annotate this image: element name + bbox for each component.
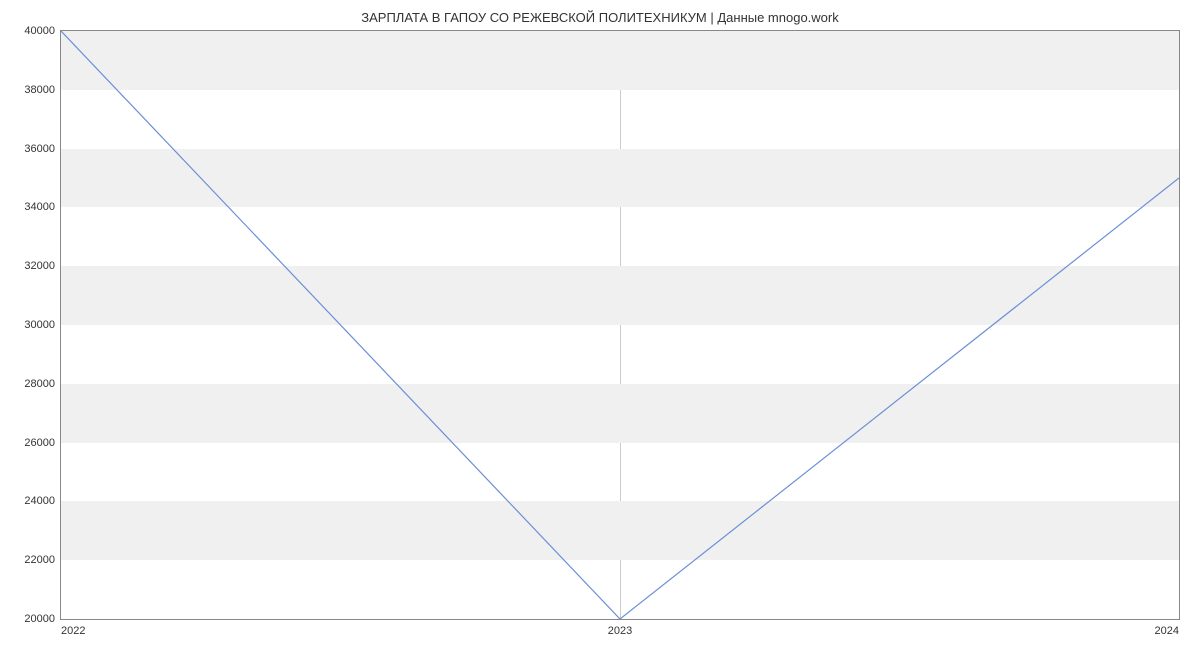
line-chart-svg: [61, 31, 1179, 619]
y-tick-label: 20000: [24, 613, 55, 625]
y-tick-label: 22000: [24, 554, 55, 566]
y-tick-label: 40000: [24, 25, 55, 37]
data-line: [61, 31, 1179, 619]
y-tick-label: 38000: [24, 84, 55, 96]
y-tick-label: 34000: [24, 201, 55, 213]
y-tick-label: 26000: [24, 437, 55, 449]
chart-container: ЗАРПЛАТА В ГАПОУ СО РЕЖЕВСКОЙ ПОЛИТЕХНИК…: [0, 0, 1200, 650]
chart-title: ЗАРПЛАТА В ГАПОУ СО РЕЖЕВСКОЙ ПОЛИТЕХНИК…: [0, 0, 1200, 25]
x-tick-label: 2023: [608, 625, 632, 637]
x-tick-label: 2024: [1155, 625, 1179, 637]
plot-area: 2000022000240002600028000300003200034000…: [60, 30, 1180, 620]
x-tick-label: 2022: [61, 625, 85, 637]
y-tick-label: 30000: [24, 319, 55, 331]
y-tick-label: 32000: [24, 260, 55, 272]
y-tick-label: 36000: [24, 143, 55, 155]
y-tick-label: 28000: [24, 378, 55, 390]
y-tick-label: 24000: [24, 495, 55, 507]
